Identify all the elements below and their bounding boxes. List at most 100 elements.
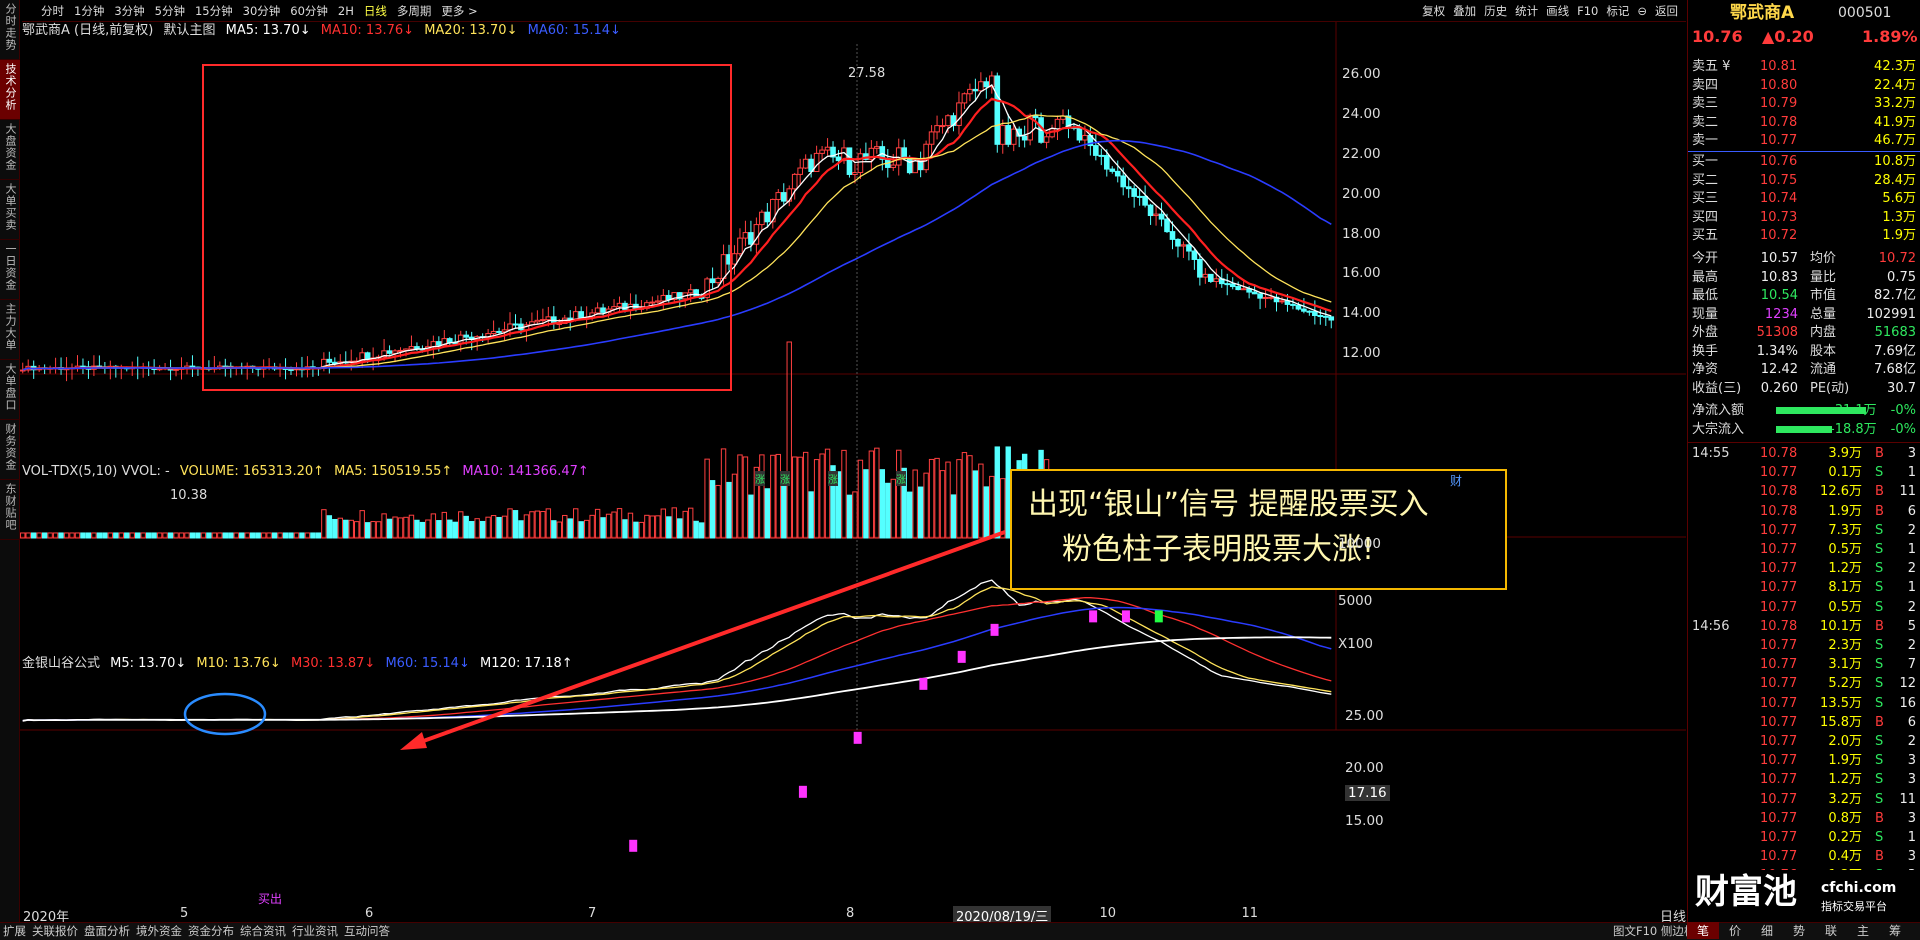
sidebar-item-3[interactable]: 大单买卖 xyxy=(0,180,20,240)
period-tab-1[interactable]: 1分钟 xyxy=(69,0,109,22)
tool-button-5[interactable]: F10 xyxy=(1573,0,1602,22)
ask-price[interactable]: 10.81 xyxy=(1760,58,1797,76)
candle-body xyxy=(386,350,393,354)
tick-tab-6[interactable]: 筹 xyxy=(1879,922,1911,939)
tick-tab-2[interactable]: 细 xyxy=(1751,922,1783,939)
tick-count: 2 xyxy=(1907,561,1916,577)
bid-price[interactable]: 10.74 xyxy=(1760,190,1797,208)
stat-value: 1234 xyxy=(1764,306,1798,322)
quote-row: 收益(三) 0.260 PE(动) 30.7 xyxy=(1690,380,1918,398)
tool-button-4[interactable]: 画线 xyxy=(1542,0,1573,22)
tick-side: B xyxy=(1875,484,1884,500)
candle-body xyxy=(1114,170,1121,177)
quote-row: 10.76 ▲0.20 1.89% xyxy=(1690,28,1918,46)
tick-count: 16 xyxy=(1899,695,1916,711)
quote-row: 现量 1234 总量 102991 xyxy=(1690,306,1918,324)
quote-row: 10.77 0.5万 S 2 xyxy=(1690,599,1918,617)
volume-bar xyxy=(906,491,913,539)
tick-count: 7 xyxy=(1907,657,1916,673)
m60-label: M60: 15.14↓ xyxy=(385,656,470,671)
status-tab-5[interactable]: 综合资讯 xyxy=(237,924,289,938)
volume-bar xyxy=(518,520,524,539)
status-right[interactable]: 图文F10 侧边栏 xyxy=(1610,923,1698,940)
bid-price[interactable]: 10.72 xyxy=(1760,227,1797,245)
quote-row: 10.77 15.8万 B 6 xyxy=(1690,714,1918,732)
period-tab-3[interactable]: 5分钟 xyxy=(150,0,190,22)
status-tab-3[interactable]: 境外资金 xyxy=(133,924,185,938)
volume-bar xyxy=(994,446,1000,539)
candle-body xyxy=(857,153,864,174)
ma20-label: MA20: 13.70↓ xyxy=(424,23,518,38)
tick-tab-5[interactable]: 主 xyxy=(1847,922,1879,939)
sidebar-item-8[interactable]: 东财贴吧 xyxy=(0,480,20,540)
period-tab-8[interactable]: 日线 xyxy=(359,0,392,22)
period-tab-5[interactable]: 30分钟 xyxy=(238,0,286,22)
stat-value: 1.34% xyxy=(1756,343,1798,359)
quote-row: 买三 10.74 5.6万 xyxy=(1690,190,1918,208)
status-tab-0[interactable]: 扩展 xyxy=(0,924,29,938)
ask-price[interactable]: 10.80 xyxy=(1760,77,1797,95)
period-tab-9[interactable]: 多周期 xyxy=(392,0,437,22)
period-tab-0[interactable]: 分时 xyxy=(36,0,69,22)
flow-pct: -0% xyxy=(1890,421,1916,437)
volume-bar xyxy=(85,532,92,539)
period-tab-6[interactable]: 60分钟 xyxy=(285,0,333,22)
sidebar-item-0[interactable]: 分时走势 xyxy=(0,0,20,60)
status-tab-7[interactable]: 互动问答 xyxy=(341,924,393,938)
annotation-line-2: 粉色柱子表明股票大涨! xyxy=(1062,532,1375,567)
volume-bar xyxy=(715,484,721,539)
tick-count: 12 xyxy=(1899,676,1916,692)
tick-tab-3[interactable]: 势 xyxy=(1783,922,1815,939)
candle-body xyxy=(594,307,601,314)
status-tab-4[interactable]: 资金分布 xyxy=(185,924,237,938)
tick-tab-4[interactable]: 联 xyxy=(1815,922,1847,939)
period-tab-7[interactable]: 2H xyxy=(333,0,359,22)
tick-tab-0[interactable]: 笔 xyxy=(1687,922,1719,939)
stat-label: 今开 xyxy=(1692,251,1719,266)
period-tab-10[interactable]: 更多 > xyxy=(436,0,482,22)
price-tick: 14.00 xyxy=(1342,305,1381,322)
tool-button-8[interactable]: 返回 xyxy=(1651,0,1682,22)
bid-price[interactable]: 10.75 xyxy=(1760,172,1797,190)
tool-button-0[interactable]: 复权 xyxy=(1418,0,1449,22)
sidebar-item-4[interactable]: 一日资金 xyxy=(0,240,20,300)
candle-body xyxy=(534,319,541,323)
volume-bar xyxy=(627,512,634,539)
sidebar-item-7[interactable]: 财务资金 xyxy=(0,420,20,480)
candle-body xyxy=(1251,291,1258,295)
volume-bar xyxy=(496,516,502,539)
tool-button-7[interactable]: ⊖ xyxy=(1633,0,1651,22)
template-label[interactable]: 默认主图 xyxy=(163,23,215,38)
tool-button-3[interactable]: 统计 xyxy=(1511,0,1542,22)
status-tab-2[interactable]: 盘面分析 xyxy=(81,924,133,938)
kline-area[interactable]: 鄂武商A (日线,前复权) 默认主图 MA5: 13.70↓ MA10: 13.… xyxy=(20,22,1686,940)
tool-button-2[interactable]: 历史 xyxy=(1480,0,1511,22)
sidebar-item-1[interactable]: 技术分析 xyxy=(0,60,20,120)
tick-tab-1[interactable]: 价 xyxy=(1719,922,1751,939)
stat-label: 量比 xyxy=(1810,269,1837,285)
sidebar-item-6[interactable]: 大单盘口 xyxy=(0,360,20,420)
bid-price[interactable]: 10.76 xyxy=(1760,153,1797,171)
period-tab-2[interactable]: 3分钟 xyxy=(109,0,149,22)
status-bar: 扩展 关联报价 盘面分析 境外资金 资金分布 综合资讯 行业资讯 互动问答 图文F10 侧边栏 xyxy=(0,922,1920,940)
ask-price[interactable]: 10.78 xyxy=(1760,114,1797,132)
stat-label: 现量 xyxy=(1692,306,1719,322)
volume-bar xyxy=(770,454,776,539)
tick-side: B xyxy=(1875,714,1884,730)
ask-price[interactable]: 10.79 xyxy=(1760,95,1797,113)
tool-button-1[interactable]: 叠加 xyxy=(1449,0,1480,22)
candle-body xyxy=(1153,213,1159,217)
tool-button-6[interactable]: 标记 xyxy=(1602,0,1633,22)
candle-body xyxy=(1257,293,1263,299)
volume-bar xyxy=(638,521,645,539)
status-tab-1[interactable]: 关联报价 xyxy=(29,924,81,938)
period-tab-4[interactable]: 15分钟 xyxy=(190,0,238,22)
bid-price[interactable]: 10.73 xyxy=(1760,209,1797,227)
status-tab-6[interactable]: 行业资讯 xyxy=(289,924,341,938)
tick-count: 6 xyxy=(1907,503,1916,519)
sidebar-item-2[interactable]: 大盘资金 xyxy=(0,120,20,180)
sidebar-item-5[interactable]: 主力大单 xyxy=(0,300,20,360)
ask-price[interactable]: 10.77 xyxy=(1760,132,1797,150)
volume-bar xyxy=(375,521,382,539)
volume-bar xyxy=(41,532,48,539)
